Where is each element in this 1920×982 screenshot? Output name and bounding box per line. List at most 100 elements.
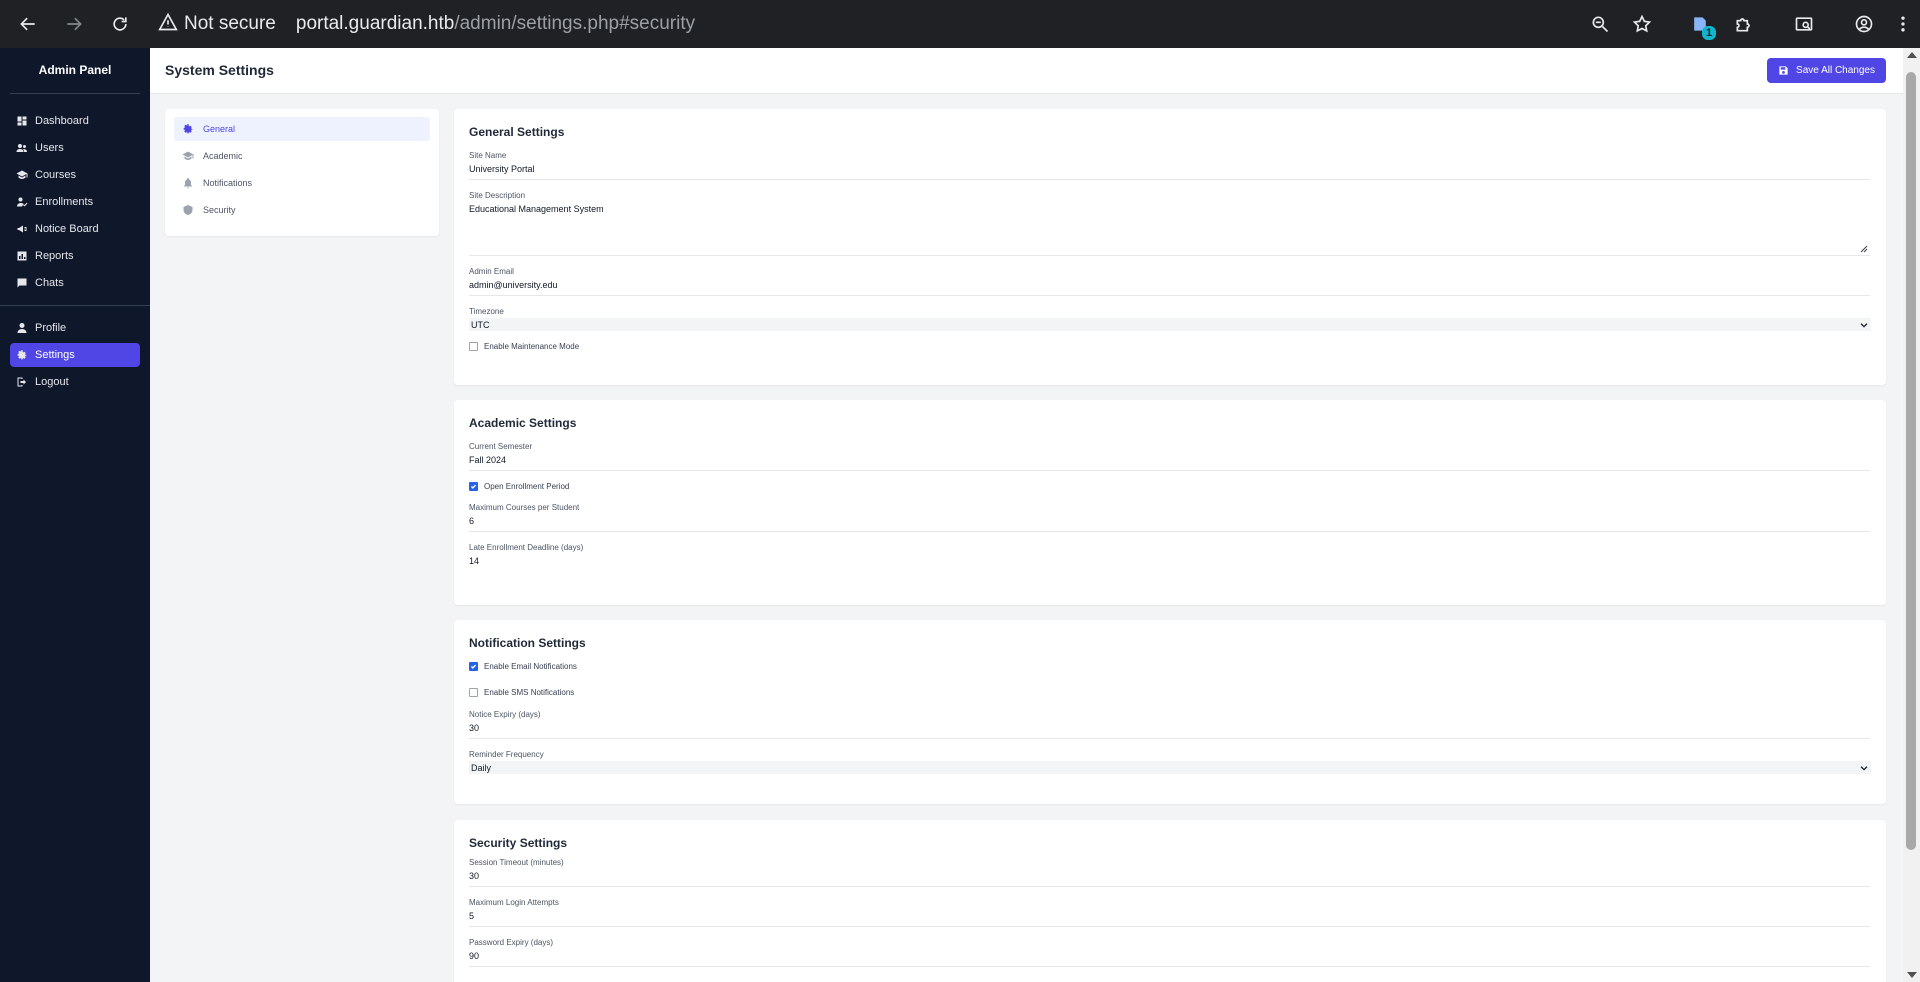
timezone-select[interactable]: UTC [469, 318, 1871, 331]
settings-nav-security[interactable]: Security [174, 198, 430, 222]
maintenance-mode-checkbox[interactable] [469, 342, 478, 351]
sidebar-item-courses[interactable]: Courses [10, 163, 140, 187]
scroll-up-arrow-icon[interactable] [1907, 52, 1917, 58]
bell-icon [184, 178, 192, 189]
password-expiry-label: Password Expiry (days) [469, 938, 554, 947]
check-icon [470, 484, 477, 489]
sms-notifications-row[interactable]: Enable SMS Notifications [469, 688, 1871, 697]
sidebar-item-label: Dashboard [35, 115, 89, 127]
admin-email-field: Admin Email admin@university.edu [469, 267, 1871, 296]
sidebar-item-profile[interactable]: Profile [10, 316, 140, 340]
not-secure-label[interactable]: Not secure [184, 13, 276, 35]
late-deadline-input[interactable]: 14 [469, 552, 1870, 571]
zoom-button[interactable] [1580, 4, 1620, 44]
settings-nav-general[interactable]: General [174, 117, 430, 141]
notice-expiry-field: Notice Expiry (days) 30 [469, 710, 1871, 739]
page-scrollbar[interactable] [1903, 48, 1920, 982]
sidebar-item-notice-board[interactable]: Notice Board [10, 217, 140, 241]
url-text[interactable]: portal.guardian.htb/admin/settings.php#s… [296, 13, 695, 35]
current-semester-field: Current Semester Fall 2024 [469, 442, 1871, 471]
notice-expiry-input[interactable]: 30 [469, 719, 1870, 739]
current-semester-input[interactable]: Fall 2024 [469, 451, 1870, 471]
browser-toolbar: Not secure portal.guardian.htb/admin/set… [0, 0, 1920, 48]
address-bar[interactable]: Not secure portal.guardian.htb/admin/set… [158, 6, 695, 42]
session-timeout-input[interactable]: 30 [469, 867, 1870, 887]
password-expiry-input[interactable]: 90 [469, 947, 1870, 967]
email-notifications-row[interactable]: Enable Email Notifications [469, 662, 1871, 671]
settings-nav-notifications[interactable]: Notifications [174, 171, 430, 195]
graduation-cap-icon [182, 151, 194, 160]
sidebar-item-chats[interactable]: Chats [10, 271, 140, 295]
reload-button[interactable] [98, 6, 142, 42]
arrow-left-icon [20, 17, 35, 31]
settings-nav: General Academic Notifications Security [165, 109, 439, 236]
admin-email-label: Admin Email [469, 267, 514, 276]
extension-button[interactable]: 1 [1680, 4, 1720, 44]
maintenance-mode-row[interactable]: Enable Maintenance Mode [469, 342, 1871, 351]
users-icon [16, 144, 27, 152]
settings-nav-label: Academic [203, 151, 243, 161]
url-host: portal.guardian.htb [295, 13, 455, 34]
timezone-label: Timezone [469, 307, 504, 316]
site-name-input[interactable]: University Portal [469, 160, 1870, 180]
profile-button[interactable] [1844, 4, 1884, 44]
sidebar-main-nav: Dashboard Users Courses Enrollments Noti… [0, 94, 150, 295]
save-icon [1779, 66, 1788, 75]
url-path: /admin/settings.php#security [454, 13, 696, 34]
late-deadline-field: Late Enrollment Deadline (days) 14 [469, 543, 1871, 571]
sidebar-item-label: Enrollments [35, 196, 94, 208]
settings-nav-academic[interactable]: Academic [174, 144, 430, 168]
sidebar-item-users[interactable]: Users [10, 136, 140, 160]
page-header: System Settings Save All Changes [150, 48, 1903, 94]
academic-settings-panel: Academic Settings Current Semester Fall … [454, 400, 1886, 605]
chart-icon [17, 251, 27, 261]
user-check-icon [17, 197, 28, 207]
back-button[interactable] [6, 6, 50, 42]
tab-search-button[interactable] [1784, 4, 1824, 44]
panel-title: Notification Settings [469, 636, 586, 650]
reminder-frequency-select[interactable]: Daily [469, 761, 1871, 774]
sidebar-item-label: Logout [35, 376, 69, 388]
password-expiry-field: Password Expiry (days) 90 [469, 938, 1871, 967]
check-icon [470, 664, 477, 669]
scrollbar-thumb[interactable] [1906, 72, 1916, 850]
puzzle-icon [1736, 18, 1750, 32]
sms-notifications-checkbox[interactable] [469, 688, 478, 697]
current-semester-label: Current Semester [469, 442, 533, 451]
sidebar: Admin Panel Dashboard Users Courses Enro… [0, 48, 150, 982]
site-description-textarea[interactable]: Educational Management System [469, 200, 1870, 256]
email-notifications-checkbox[interactable] [469, 662, 478, 671]
sidebar-item-logout[interactable]: Logout [10, 370, 140, 394]
login-attempts-input[interactable]: 5 [469, 907, 1870, 927]
sidebar-item-reports[interactable]: Reports [10, 244, 140, 268]
site-description-field: Site Description Educational Management … [469, 191, 1871, 256]
extensions-menu-button[interactable] [1724, 4, 1764, 44]
settings-nav-label: Security [203, 205, 236, 215]
general-settings-panel: General Settings Site Name University Po… [454, 109, 1886, 385]
notice-expiry-label: Notice Expiry (days) [469, 710, 541, 719]
resize-handle-icon[interactable] [1860, 245, 1868, 253]
save-all-changes-button[interactable]: Save All Changes [1767, 58, 1886, 83]
scroll-down-arrow-icon[interactable] [1907, 972, 1917, 978]
site-name-field: Site Name University Portal [469, 151, 1871, 180]
logout-icon [17, 377, 26, 387]
sidebar-item-label: Reports [35, 250, 74, 262]
save-button-label: Save All Changes [1796, 65, 1875, 76]
warning-icon [158, 12, 178, 37]
max-courses-input[interactable]: 6 [469, 512, 1870, 532]
admin-email-input[interactable]: admin@university.edu [469, 276, 1870, 296]
open-enrollment-row[interactable]: Open Enrollment Period [469, 482, 1871, 491]
sidebar-item-settings[interactable]: Settings [10, 343, 140, 367]
open-enrollment-checkbox[interactable] [469, 482, 478, 491]
open-enrollment-label: Open Enrollment Period [484, 482, 570, 491]
site-name-label: Site Name [469, 151, 507, 160]
reminder-frequency-field: Reminder Frequency Daily [469, 750, 1871, 774]
sidebar-item-dashboard[interactable]: Dashboard [10, 109, 140, 133]
bookmark-button[interactable] [1622, 4, 1662, 44]
sidebar-item-enrollments[interactable]: Enrollments [10, 190, 140, 214]
forward-button[interactable] [52, 6, 96, 42]
browser-menu-button[interactable] [1886, 4, 1920, 44]
sidebar-item-label: Users [35, 142, 64, 154]
arrow-right-icon [67, 17, 82, 31]
graduation-cap-icon [16, 170, 28, 179]
